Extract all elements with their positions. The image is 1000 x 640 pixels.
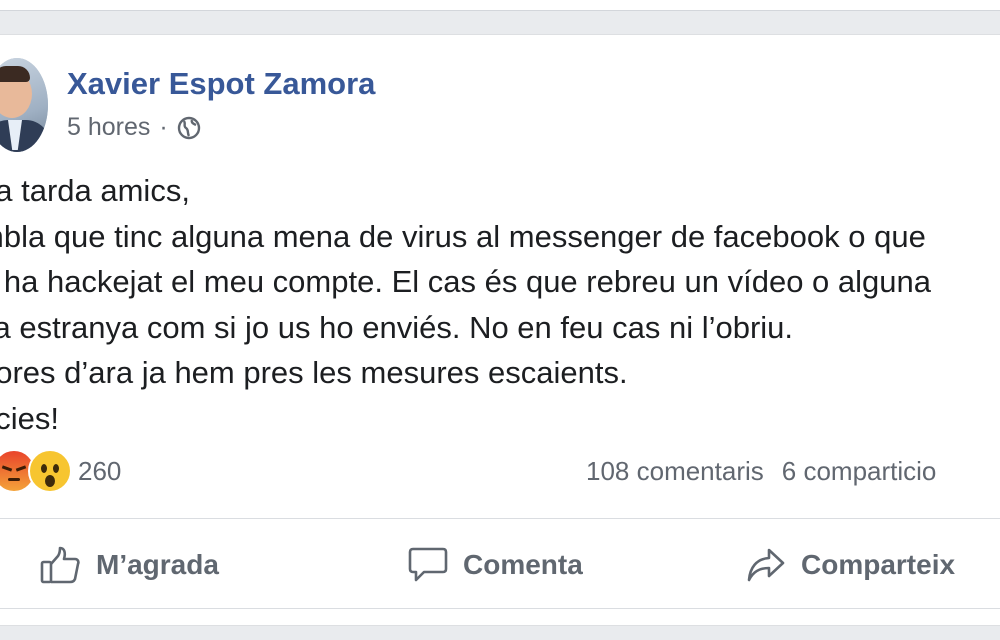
reaction-count[interactable]: 260 xyxy=(78,456,121,487)
post-body-line: àcies! xyxy=(0,400,59,436)
reactions-summary[interactable]: 260 xyxy=(0,449,121,493)
post-body-line: na tarda amics, xyxy=(0,173,190,208)
post-stats: 108 comentaris 6 comparticio xyxy=(586,456,936,487)
comment-label: Comenta xyxy=(463,549,583,580)
like-button[interactable]: M’agrada xyxy=(40,540,219,590)
author-avatar[interactable] xyxy=(0,58,48,152)
globe-icon[interactable] xyxy=(177,116,201,140)
meta-separator: · xyxy=(159,113,168,141)
post-time[interactable]: 5 hores xyxy=(67,113,150,142)
wow-reaction-icon xyxy=(28,449,72,493)
comment-icon xyxy=(408,547,448,582)
share-arrow-icon xyxy=(747,548,785,582)
share-label: Comparteix xyxy=(801,549,956,580)
post-meta: 5 hores · xyxy=(67,113,201,142)
share-button[interactable]: Comparteix xyxy=(745,540,955,590)
post-body-line: ú ha hackejat el meu compte. El cas és q… xyxy=(0,264,931,299)
thumbs-up-icon xyxy=(40,546,80,584)
shares-count[interactable]: 6 comparticio xyxy=(782,456,937,486)
author-name[interactable]: Xavier Espot Zamora xyxy=(67,66,375,102)
divider xyxy=(0,518,1000,519)
like-label: M’agrada xyxy=(96,549,219,580)
comment-button[interactable]: Comenta xyxy=(407,540,583,590)
comments-count[interactable]: 108 comentaris xyxy=(586,456,764,486)
top-strip xyxy=(0,0,1000,11)
post-body-line: mbla que tinc alguna mena de virus al me… xyxy=(0,218,926,254)
post-body: na tarda amics, mbla que tinc alguna men… xyxy=(0,168,1000,441)
post-body-line: sa estranya com si jo us ho enviés. No e… xyxy=(0,309,794,345)
divider xyxy=(0,608,1000,609)
post-body-line: hores d’ara ja hem pres les mesures esca… xyxy=(0,355,628,390)
